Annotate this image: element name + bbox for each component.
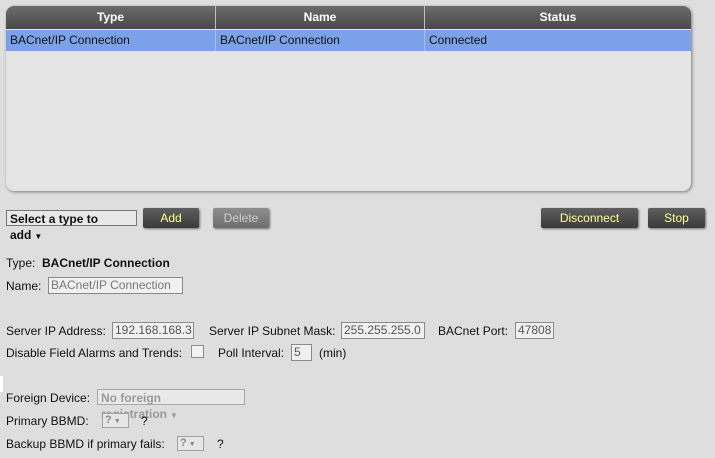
delete-button[interactable]: Delete: [213, 208, 269, 228]
stop-button[interactable]: Stop: [648, 208, 705, 228]
chevron-down-icon: ▼: [188, 441, 196, 448]
cell-status: Connected: [429, 33, 488, 47]
column-header-type[interactable]: Type: [6, 6, 216, 29]
disable-alarms-label: Disable Field Alarms and Trends:: [6, 346, 183, 360]
type-value: BACnet/IP Connection: [42, 256, 170, 270]
chevron-down-icon: ▼: [113, 418, 121, 425]
server-ip-label: Server IP Address:: [6, 324, 106, 338]
type-select-value: Select a type to add: [10, 212, 99, 242]
table-row[interactable]: BACnet/IP Connection BACnet/IP Connectio…: [6, 30, 691, 51]
backup-bbmd-value: ?: [180, 437, 187, 449]
add-button[interactable]: Add: [143, 208, 199, 228]
port-label: BACnet Port:: [438, 324, 509, 338]
poll-interval-label: Poll Interval:: [218, 346, 285, 360]
type-label: Type:: [6, 256, 36, 270]
name-label: Name:: [6, 279, 42, 293]
name-input[interactable]: BACnet/IP Connection: [48, 277, 183, 294]
primary-bbmd-help: ?: [141, 414, 148, 428]
connections-table: Type Name Status BACnet/IP Connection BA…: [6, 6, 691, 191]
column-header-status[interactable]: Status: [425, 6, 691, 29]
backup-bbmd-select[interactable]: ? ▼: [177, 436, 204, 451]
foreign-device-select[interactable]: No foreign registration ▼: [97, 389, 245, 421]
chevron-down-icon: ▼: [170, 411, 178, 420]
type-select[interactable]: Select a type to add ▼: [6, 210, 137, 242]
primary-bbmd-label: Primary BBMD:: [6, 414, 89, 428]
column-header-name[interactable]: Name: [216, 6, 425, 29]
table-header: Type Name Status: [6, 6, 691, 29]
edge-marker: [0, 376, 3, 392]
primary-bbmd-value: ?: [105, 414, 112, 426]
disable-alarms-checkbox[interactable]: [191, 345, 204, 358]
poll-interval-input[interactable]: 5: [291, 344, 312, 361]
subnet-input[interactable]: 255.255.255.0: [341, 322, 425, 339]
primary-bbmd-select[interactable]: ? ▼: [102, 413, 129, 428]
server-ip-input[interactable]: 192.168.168.3: [112, 322, 194, 339]
foreign-device-label: Foreign Device:: [6, 391, 91, 405]
backup-bbmd-label: Backup BBMD if primary fails:: [6, 437, 165, 451]
disconnect-button[interactable]: Disconnect: [541, 208, 638, 228]
poll-unit-label: (min): [319, 346, 347, 360]
chevron-down-icon: ▼: [34, 232, 43, 241]
cell-name: BACnet/IP Connection: [216, 30, 425, 51]
port-input[interactable]: 47808: [515, 322, 554, 339]
cell-type: BACnet/IP Connection: [6, 30, 216, 51]
backup-bbmd-help: ?: [217, 437, 224, 451]
subnet-label: Server IP Subnet Mask:: [209, 324, 336, 338]
